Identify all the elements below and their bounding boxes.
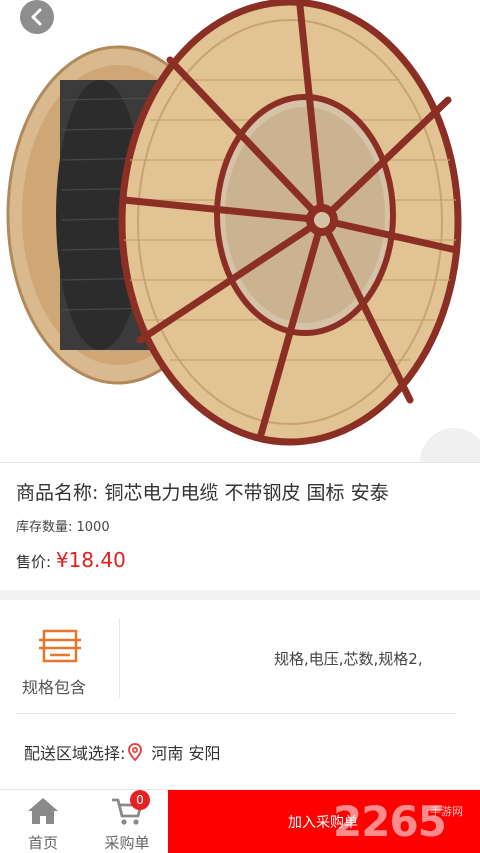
product-detail-page: 商品名称: 铜芯电力电缆 不带钢皮 国标 安泰 库存数量: 1000 售价: ¥… bbox=[0, 0, 480, 853]
delivery-label: 配送区域选择: bbox=[24, 744, 126, 763]
stock-info: 库存数量: 1000 bbox=[16, 516, 110, 535]
back-arrow-icon bbox=[31, 8, 42, 26]
watermark-brand: 2265 bbox=[333, 797, 447, 846]
price-row: 售价: ¥18.40 bbox=[16, 548, 126, 572]
tab-home-label: 首页 bbox=[27, 834, 58, 852]
watermark-sub: 手游网 bbox=[430, 805, 463, 818]
divider bbox=[16, 713, 456, 714]
product-image[interactable] bbox=[0, 0, 480, 462]
spec-selector[interactable]: 规格包含 bbox=[16, 618, 120, 698]
tab-cart[interactable]: 采购单 bbox=[86, 790, 166, 853]
delivery-region: 河南 安阳 bbox=[151, 744, 221, 763]
spec-list-icon bbox=[39, 629, 81, 663]
title-prefix: 商品名称: bbox=[16, 482, 105, 504]
price-value: 18.40 bbox=[68, 548, 126, 572]
cart-count-badge: 0 bbox=[130, 790, 150, 810]
product-title: 商品名称: 铜芯电力电缆 不带钢皮 国标 安泰 bbox=[16, 478, 389, 505]
stock-label: 库存数量: bbox=[16, 520, 77, 535]
divider bbox=[0, 462, 480, 463]
price-currency: ¥ bbox=[55, 548, 69, 572]
stock-value: 1000 bbox=[76, 520, 110, 535]
spec-label: 规格包含 bbox=[22, 678, 87, 697]
cable-drum-illustration bbox=[6, 0, 462, 446]
delivery-region-selector[interactable]: 配送区域选择: 河南 安阳 bbox=[24, 740, 221, 764]
price-label: 售价: bbox=[16, 553, 56, 571]
location-pin-icon bbox=[128, 743, 143, 761]
tab-cart-label: 采购单 bbox=[104, 834, 150, 852]
back-button[interactable] bbox=[20, 0, 54, 34]
title-text: 铜芯电力电缆 不带钢皮 国标 安泰 bbox=[104, 482, 389, 504]
spec-values[interactable]: 规格,电压,芯数,规格2, bbox=[274, 648, 423, 669]
section-gap bbox=[0, 590, 480, 600]
tab-home[interactable]: 首页 bbox=[2, 790, 82, 853]
home-icon bbox=[28, 798, 58, 824]
